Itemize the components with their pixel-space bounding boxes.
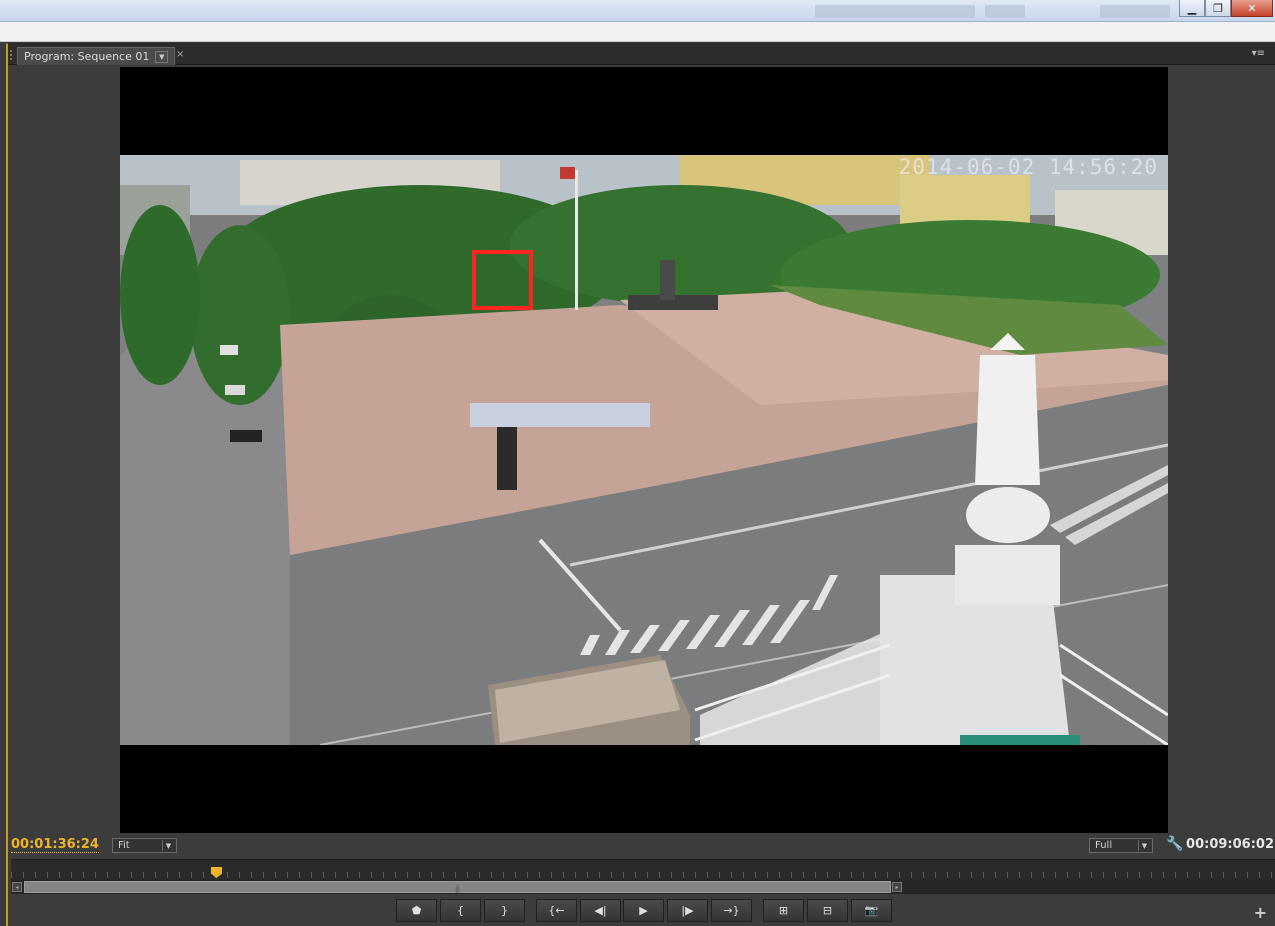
camera-timestamp-overlay: 2014-06-02 14:56:20 [898,155,1158,179]
ruler-ticks [11,872,1275,878]
scroll-right-icon[interactable]: ▸ [892,882,902,892]
step-back-button[interactable]: ◀| [580,899,621,922]
maximize-button[interactable]: ❐ [1205,0,1231,17]
tab-label: Program: Sequence 01 [24,50,150,63]
insert-button[interactable]: ⊞ [763,899,804,922]
tab-program-sequence[interactable]: Program: Sequence 01 ▼ [17,47,176,65]
close-button[interactable]: ✕ [1231,0,1273,17]
add-marker-button[interactable]: ⬟ [396,899,437,922]
playback-resolution-value: Full [1095,840,1113,851]
mark-out-button[interactable]: } [484,899,525,922]
zoom-level-select[interactable]: Fit ▼ [112,838,177,853]
window-titlebar: ▁ ❐ ✕ [0,0,1275,22]
step-forward-button[interactable]: |▶ [667,899,708,922]
window-controls: ▁ ❐ ✕ [1179,0,1273,18]
chevron-down-icon[interactable]: ▼ [155,50,169,63]
time-ruler[interactable] [11,859,1275,881]
playback-resolution-select[interactable]: Full ▼ [1089,838,1153,853]
chevron-down-icon: ▼ [162,840,174,851]
wrench-icon[interactable]: 🔧 [1166,836,1183,852]
current-timecode[interactable]: 00:01:36:24 [11,837,99,853]
title-blur [1100,5,1170,18]
add-button-icon[interactable]: + [1254,903,1267,922]
go-to-out-button[interactable]: →} [711,899,752,922]
scroll-left-icon[interactable]: ◂ [12,882,22,892]
title-blur [815,5,975,18]
chevron-down-icon: ▼ [1138,840,1150,851]
transport-controls: ⬟{} {← ◀| ▶ |▶ →} ⊞ ⊟ 📷 [0,899,1275,923]
zoom-scrollbar[interactable]: ◂ ||| ▸ [11,880,1275,894]
timecode-bar: 00:01:36:24 Fit ▼ Full ▼ 🔧 00:09:06:02 [8,833,1275,857]
scrollbar-thumb[interactable]: ||| [24,881,891,893]
close-icon[interactable]: × [176,49,184,60]
title-blur [985,5,1025,18]
panel-menu-icon[interactable]: ▾≡ [1252,48,1265,59]
panel-grip-icon[interactable] [10,50,14,60]
go-to-in-button[interactable]: {← [536,899,577,922]
menu-bar [0,22,1275,42]
program-monitor-viewer[interactable]: 2014-06-02 14:56:20 [120,67,1168,833]
panel-tab-bar: Program: Sequence 01 ▼ × ▾≡ [8,44,1275,65]
minimize-button[interactable]: ▁ [1179,0,1205,17]
export-frame-button[interactable]: 📷 [851,899,892,922]
thumb-grip-icon: ||| [455,885,460,893]
play-button[interactable]: ▶ [623,899,664,922]
video-frame-image [120,155,1168,745]
red-highlight-box [472,250,533,310]
duration-timecode: 00:09:06:02 [1186,837,1274,852]
video-frame: 2014-06-02 14:56:20 [120,155,1168,745]
mark-in-button[interactable]: { [440,899,481,922]
zoom-level-value: Fit [118,840,130,851]
overwrite-button[interactable]: ⊟ [807,899,848,922]
